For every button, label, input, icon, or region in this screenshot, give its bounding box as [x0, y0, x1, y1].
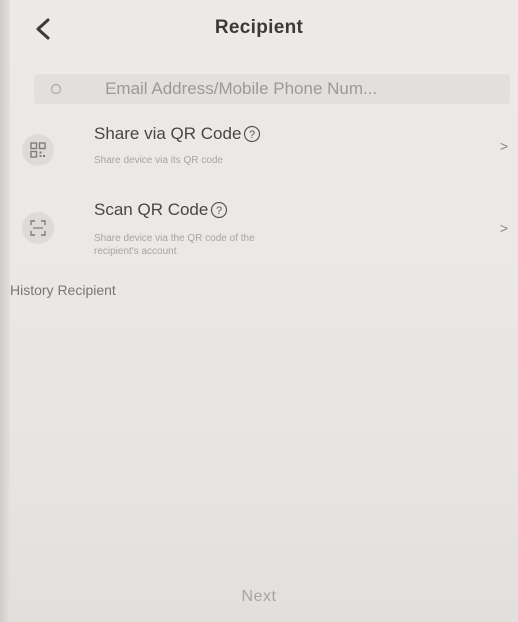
scan-qr-description: Share device via the QR code of the reci…: [94, 232, 255, 258]
svg-text:?: ?: [216, 205, 222, 217]
help-icon[interactable]: ?: [243, 125, 261, 143]
scan-qr-label: Scan QR Code: [94, 200, 209, 219]
share-via-qr-title: Share via QR Code ?: [94, 124, 261, 144]
scan-qr-icon: [22, 212, 54, 244]
share-via-qr-label: Share via QR Code: [94, 124, 242, 143]
scan-qr-description-line: Share device via the QR code of the: [94, 233, 255, 244]
svg-text:?: ?: [249, 129, 255, 141]
share-via-qr-option[interactable]: Share via QR Code ? Share device via its…: [18, 124, 508, 178]
recipient-screen: Recipient Share via QR Code: [0, 0, 518, 622]
help-icon[interactable]: ?: [210, 201, 228, 219]
recipient-input[interactable]: [105, 79, 510, 99]
next-button[interactable]: Next: [0, 588, 518, 606]
chevron-right-icon: >: [499, 220, 508, 236]
header-bar: Recipient: [0, 0, 518, 58]
chevron-right-icon: >: [499, 138, 508, 154]
qr-code-icon: [22, 134, 54, 166]
scan-qr-title: Scan QR Code ?: [94, 200, 228, 220]
search-icon: [50, 83, 75, 95]
scan-qr-description-line: recipient's account: [94, 246, 177, 257]
scan-qr-option[interactable]: Scan QR Code ? Share device via the QR c…: [18, 200, 508, 264]
history-recipient-heading: History Recipient: [10, 282, 116, 298]
page-title: Recipient: [214, 17, 304, 38]
screen-edge: [0, 0, 10, 622]
share-via-qr-description: Share device via its QR code: [94, 155, 223, 166]
recipient-search-field[interactable]: [34, 74, 510, 104]
